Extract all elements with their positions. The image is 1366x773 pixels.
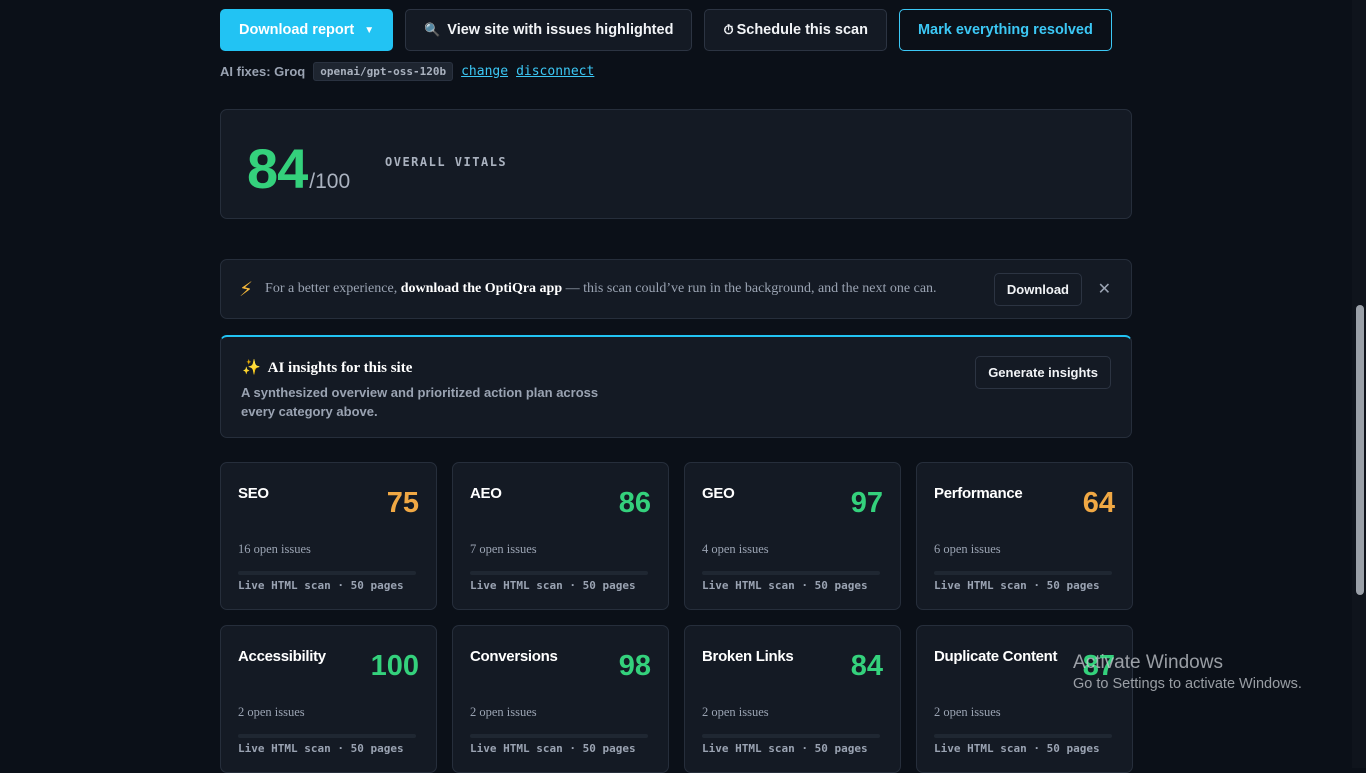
category-score: 87: [1082, 650, 1115, 682]
category-progress-track: [238, 734, 416, 738]
promo-text: For a better experience, download the Op…: [265, 281, 936, 297]
category-progress-track: [702, 734, 880, 738]
action-toolbar: Download report ▼ 🔍 View site with issue…: [220, 9, 1112, 51]
ai-fixes-row: AI fixes: Groq openai/gpt-oss-120b chang…: [220, 62, 594, 81]
scrollbar-thumb[interactable]: [1356, 305, 1364, 595]
category-issues: 4 open issues: [702, 542, 769, 556]
schedule-scan-button[interactable]: ⏱ Schedule this scan: [704, 9, 887, 51]
category-progress-track: [470, 734, 648, 738]
category-score: 86: [618, 487, 651, 519]
category-name: Performance: [934, 485, 1023, 502]
mark-resolved-button[interactable]: Mark everything resolved: [898, 9, 1112, 51]
lightning-icon: ⚡: [239, 278, 254, 301]
category-score: 98: [618, 650, 651, 682]
category-progress-track: [702, 571, 880, 575]
sparkles-icon: ✨: [242, 360, 261, 376]
category-issues: 2 open issues: [702, 705, 769, 719]
category-meta: Live HTML scan · 50 pages: [702, 579, 868, 592]
promo-rest: — this scan could’ve run in the backgrou…: [565, 281, 937, 296]
change-model-link[interactable]: change: [461, 64, 508, 79]
category-score: 84: [850, 650, 883, 682]
category-meta: Live HTML scan · 50 pages: [470, 579, 636, 592]
category-meta: Live HTML scan · 50 pages: [238, 579, 404, 592]
category-name: AEO: [470, 485, 502, 502]
category-issues: 6 open issues: [934, 542, 1001, 556]
category-grid: SEO 75 16 open issues Live HTML scan · 5…: [220, 462, 1133, 773]
category-progress-track: [470, 571, 648, 575]
category-score: 75: [386, 487, 419, 519]
category-progress-track: [934, 571, 1112, 575]
category-meta: Live HTML scan · 50 pages: [934, 742, 1100, 755]
overall-score-value: 84: [247, 137, 308, 200]
promo-lead: For a better experience,: [265, 281, 398, 296]
ai-insights-card: ✨ AI insights for this site A synthesize…: [220, 335, 1132, 438]
category-score: 100: [370, 650, 419, 682]
mark-resolved-label: Mark everything resolved: [917, 22, 1093, 38]
ai-fixes-label: AI fixes: Groq: [220, 64, 306, 79]
generate-insights-button[interactable]: Generate insights: [975, 356, 1111, 389]
overall-score-denominator: /100: [309, 170, 351, 193]
category-card-seo[interactable]: SEO 75 16 open issues Live HTML scan · 5…: [220, 462, 437, 610]
category-name: Duplicate Content: [934, 648, 1058, 665]
category-progress-track: [238, 571, 416, 575]
category-issues: 16 open issues: [238, 542, 311, 556]
overall-vitals-label: OVERALL VITALS: [385, 155, 508, 169]
magnifier-icon: 🔍: [424, 22, 441, 37]
ai-model-badge: openai/gpt-oss-120b: [313, 62, 454, 81]
category-issues: 2 open issues: [238, 705, 305, 719]
view-highlighted-label: View site with issues highlighted: [447, 22, 674, 38]
ai-insights-title: ✨ AI insights for this site: [242, 358, 412, 377]
category-name: Conversions: [470, 648, 558, 665]
ai-insights-title-text: AI insights for this site: [267, 360, 413, 376]
category-name: Broken Links: [702, 648, 794, 665]
category-card-geo[interactable]: GEO 97 4 open issues Live HTML scan · 50…: [684, 462, 901, 610]
ai-insights-description: A synthesized overview and prioritized a…: [241, 385, 599, 419]
category-name: Accessibility: [238, 648, 326, 665]
close-icon[interactable]: ✕: [1098, 279, 1111, 299]
category-meta: Live HTML scan · 50 pages: [934, 579, 1100, 592]
category-issues: 2 open issues: [934, 705, 1001, 719]
category-progress-track: [934, 734, 1112, 738]
category-card-broken-links[interactable]: Broken Links 84 2 open issues Live HTML …: [684, 625, 901, 773]
download-report-button[interactable]: Download report ▼: [220, 9, 394, 51]
category-score: 64: [1082, 487, 1115, 519]
overall-score: 84 /100: [247, 136, 350, 201]
schedule-scan-label: Schedule this scan: [736, 22, 868, 38]
category-card-accessibility[interactable]: Accessibility 100 2 open issues Live HTM…: [220, 625, 437, 773]
category-issues: 2 open issues: [470, 705, 537, 719]
category-name: GEO: [702, 485, 735, 502]
category-meta: Live HTML scan · 50 pages: [470, 742, 636, 755]
view-highlighted-button[interactable]: 🔍 View site with issues highlighted: [405, 9, 693, 51]
category-card-aeo[interactable]: AEO 86 7 open issues Live HTML scan · 50…: [452, 462, 669, 610]
category-card-duplicate-content[interactable]: Duplicate Content 87 2 open issues Live …: [916, 625, 1133, 773]
category-card-performance[interactable]: Performance 64 6 open issues Live HTML s…: [916, 462, 1133, 610]
promo-highlight: download the OptiQra app: [400, 281, 563, 296]
caret-down-icon: ▼: [364, 24, 375, 36]
category-name: SEO: [238, 485, 269, 502]
category-card-conversions[interactable]: Conversions 98 2 open issues Live HTML s…: [452, 625, 669, 773]
category-meta: Live HTML scan · 50 pages: [702, 742, 868, 755]
category-score: 97: [850, 487, 883, 519]
overall-vitals-card: 84 /100 OVERALL VITALS: [220, 109, 1132, 219]
category-meta: Live HTML scan · 50 pages: [238, 742, 404, 755]
disconnect-link[interactable]: disconnect: [516, 64, 594, 79]
stopwatch-icon: ⏱: [723, 22, 734, 37]
category-issues: 7 open issues: [470, 542, 537, 556]
app-promo-banner: ⚡ For a better experience, download the …: [220, 259, 1132, 319]
download-app-button[interactable]: Download: [993, 273, 1082, 306]
download-report-label: Download report: [239, 22, 355, 38]
page-scrollbar[interactable]: [1352, 0, 1366, 768]
